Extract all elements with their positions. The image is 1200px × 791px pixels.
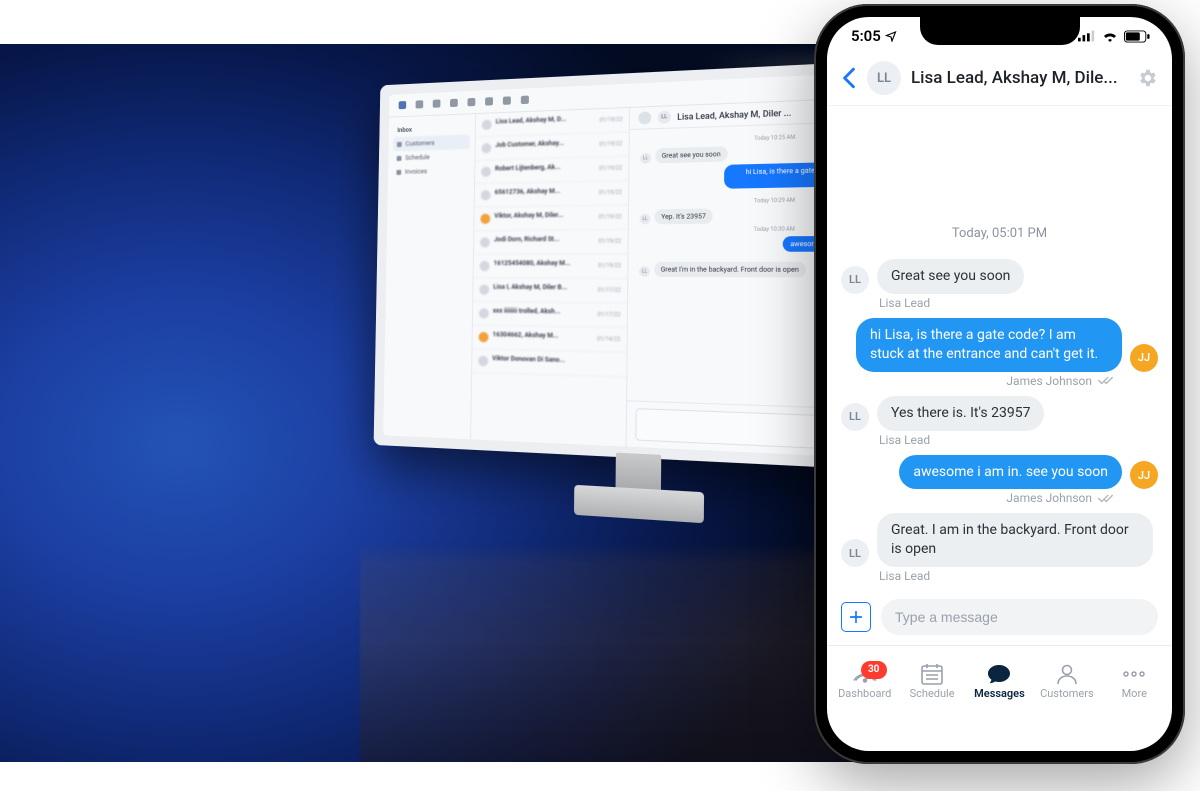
tab-bar: 30 Dashboard Schedule Messages Customers <box>827 645 1172 712</box>
thread-item[interactable]: 16125454080, Akshay M... 01/19/22 <box>474 254 628 279</box>
conversation-header: LL Lisa Lead, Akshay M, Dile... <box>827 55 1172 106</box>
thread-avatar <box>480 237 490 247</box>
nav-icon[interactable] <box>503 96 511 105</box>
compose-bar <box>827 591 1172 645</box>
message-sender: Lisa Lead <box>879 433 1158 447</box>
avatar-ll: LL <box>841 403 869 431</box>
cellular-icon <box>1078 30 1096 42</box>
messages-scroll[interactable]: Today, 05:01 PM LL Great see you soon Li… <box>827 106 1172 583</box>
conversation-avatar: LL <box>867 61 901 95</box>
conversation-title: Lisa Lead, Akshay M, Dile... <box>911 68 1126 88</box>
chat-icon <box>986 663 1012 685</box>
messages-timestamp: Today, 05:01 PM <box>841 226 1158 241</box>
thread-item[interactable]: Jodi Dorn, Richard St... 01/19/22 <box>474 230 628 255</box>
sidebar-item[interactable]: Invoices <box>393 163 470 179</box>
avatar-ll: LL <box>639 266 650 277</box>
battery-icon <box>1124 30 1150 43</box>
avatar-ll: LL <box>841 539 869 567</box>
read-receipt-icon <box>1098 493 1116 504</box>
message-sender: Lisa Lead <box>879 296 1158 310</box>
thread-item[interactable]: 16304662, Akshay M... 01/14/22 <box>472 326 626 353</box>
message-bubble: Great see you soon <box>655 146 727 163</box>
app-logo-icon <box>399 101 407 109</box>
message-row: LL Great see you soon <box>841 259 1158 294</box>
thread-avatar <box>481 143 491 154</box>
status-time: 5:05 <box>851 27 881 45</box>
avatar-ll: LL <box>841 266 869 294</box>
avatar-ll: LL <box>640 214 651 225</box>
message-sender: Lisa Lead <box>879 569 1158 583</box>
thread-avatar <box>478 356 488 367</box>
phone-notch <box>920 17 1080 45</box>
tab-dashboard[interactable]: 30 Dashboard <box>833 663 897 700</box>
tab-messages[interactable]: Messages <box>967 663 1031 700</box>
message-row: LL Yes there is. It's 23957 <box>841 396 1158 431</box>
thread-item[interactable]: Viktor, Akshay M, Diler... 01/19/22 <box>474 205 628 231</box>
thread-item[interactable]: Robert Lijtenberg, Ak... 01/19/22 <box>475 157 628 185</box>
back-icon[interactable] <box>841 67 857 89</box>
more-icon <box>1121 663 1147 685</box>
calendar-icon <box>920 663 944 685</box>
message-sender: James Johnson <box>841 374 1116 388</box>
avatar-jj: JJ <box>1130 344 1158 372</box>
thread-avatar <box>479 308 489 318</box>
wifi-icon <box>1102 30 1118 42</box>
thread-avatar <box>479 332 489 343</box>
tab-label: Dashboard <box>838 687 891 700</box>
user-avatar <box>638 111 651 124</box>
plus-icon <box>848 609 864 625</box>
message-bubble: hi Lisa, is there a gate code? I am stuc… <box>856 318 1122 372</box>
thread-avatar <box>481 167 491 177</box>
read-receipt-icon <box>1098 375 1116 386</box>
message-bubble: awesome i am in. see you soon <box>899 455 1122 490</box>
message-row: JJ hi Lisa, is there a gate code? I am s… <box>841 318 1158 372</box>
thread-avatar <box>482 120 492 131</box>
desktop-sidebar: Inbox Customers Schedule Invoices <box>383 114 476 439</box>
nav-icon[interactable] <box>433 99 441 107</box>
notification-badge: 30 <box>861 661 887 679</box>
tab-schedule[interactable]: Schedule <box>900 663 964 700</box>
thread-item[interactable]: 65612736, Akshay M... 01/19/22 <box>475 181 629 208</box>
settings-icon[interactable] <box>1136 67 1158 89</box>
message-bubble: Great see you soon <box>877 259 1024 294</box>
phone-mockup: 5:05 LL Lisa Lead, Akshay M, Dile... Tod… <box>814 4 1185 764</box>
thread-list[interactable]: Lisa Lead, Akshay M, D... 01/19/22Job Cu… <box>471 108 630 447</box>
thread-avatar <box>480 261 490 271</box>
tab-label: More <box>1122 687 1147 700</box>
message-bubble: Yep. It's 23957 <box>655 208 713 224</box>
message-row: LL Great. I am in the backyard. Front do… <box>841 513 1158 567</box>
thread-item[interactable]: xxx iiiiiiii trolled, Aksh... 01/17/22 <box>473 302 627 328</box>
tab-label: Customers <box>1040 687 1094 700</box>
tab-more[interactable]: More <box>1102 663 1166 700</box>
tab-label: Schedule <box>910 687 955 700</box>
nav-icon[interactable] <box>416 100 424 108</box>
avatar-jj: JJ <box>1130 461 1158 489</box>
thread-avatar <box>480 214 490 224</box>
nav-icon[interactable] <box>485 97 493 105</box>
message-sender: James Johnson <box>841 491 1116 505</box>
compose-input[interactable] <box>881 599 1158 635</box>
location-icon <box>885 30 897 42</box>
thread-item[interactable]: Viktor Donovan Di Sano... <box>472 349 626 377</box>
message-bubble: Great I'm in the backyard. Front door is… <box>654 262 806 278</box>
thread-avatar <box>479 285 489 295</box>
attach-button[interactable] <box>841 602 871 632</box>
nav-icon[interactable] <box>467 98 475 106</box>
tab-label: Messages <box>974 687 1025 700</box>
person-icon <box>1056 663 1078 685</box>
message-row: JJ awesome i am in. see you soon <box>841 455 1158 490</box>
avatar-ll: LL <box>640 153 651 164</box>
thread-avatar <box>481 190 491 200</box>
participant-avatar: LL <box>658 111 671 124</box>
nav-icon[interactable] <box>450 99 458 107</box>
nav-icon[interactable] <box>521 96 529 105</box>
chat-title: Lisa Lead, Akshay M, Diler ... <box>677 108 791 122</box>
message-bubble: Yes there is. It's 23957 <box>877 396 1044 431</box>
message-bubble: Great. I am in the backyard. Front door … <box>877 513 1153 567</box>
tab-customers[interactable]: Customers <box>1035 663 1099 700</box>
thread-item[interactable]: Lisa I, Akshay M, Diler B... 01/17/22 <box>473 278 627 303</box>
